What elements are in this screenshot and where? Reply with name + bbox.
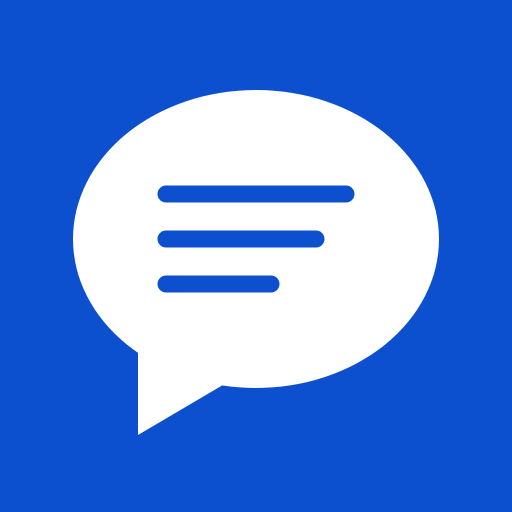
messaging-app-icon[interactable] — [0, 0, 512, 512]
chat-bubble-icon — [0, 0, 512, 512]
